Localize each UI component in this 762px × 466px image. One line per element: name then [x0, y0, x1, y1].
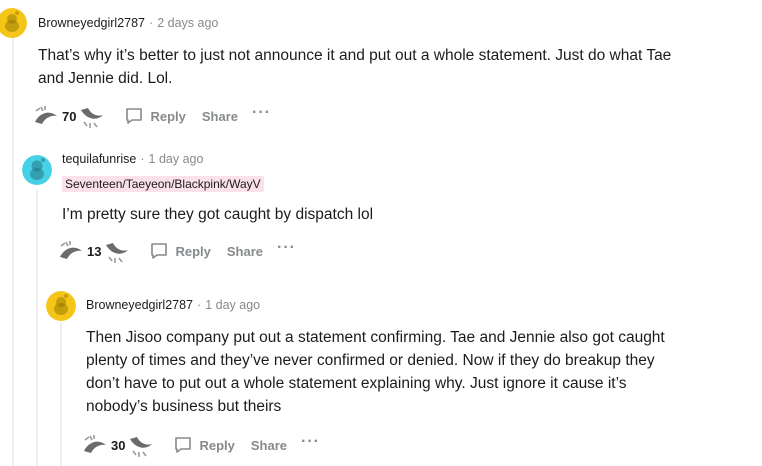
comment-actions: 13 Reply Share ···	[57, 237, 296, 265]
reply-button[interactable]: Reply	[173, 435, 235, 455]
snoo-avatar-icon[interactable]	[46, 291, 76, 321]
upvote-icon[interactable]	[81, 431, 109, 459]
comment-text-line: nobody’s business but theirs	[86, 398, 282, 415]
reply-label: Reply	[199, 437, 235, 453]
comment-actions: 30 Reply Share ···	[81, 431, 320, 459]
comment-body: I’m pretty sure they got caught by dispa…	[62, 203, 373, 226]
upvote-icon[interactable]	[57, 237, 85, 265]
comment-text-line: I’m pretty sure they got caught by dispa…	[62, 206, 374, 223]
comment-meta: tequilafunrise · 1 day ago	[62, 152, 203, 166]
more-options-icon[interactable]: ···	[301, 434, 320, 450]
reply-button[interactable]: Reply	[124, 106, 186, 126]
comment-text-line: plenty of times and they’ve never confir…	[86, 352, 655, 369]
comment-meta: Browneyedgirl2787 · 1 day ago	[86, 298, 260, 312]
author-link[interactable]: Browneyedgirl2787	[86, 298, 193, 312]
comment-bubble-icon	[151, 243, 168, 259]
downvote-icon[interactable]	[103, 237, 131, 265]
timestamp[interactable]: 2 days ago	[157, 16, 218, 30]
reply-label: Reply	[175, 243, 211, 259]
comment-bubble-icon	[175, 437, 192, 453]
comment-text-line: and Jennie did. Lol.	[38, 70, 173, 87]
thread-line-level-2[interactable]	[36, 190, 38, 466]
comment-text-line: Then Jisoo company put out a statement c…	[86, 329, 665, 346]
comment-body: Then Jisoo company put out a statement c…	[86, 326, 665, 418]
share-button[interactable]: Share	[251, 438, 287, 453]
reply-button[interactable]: Reply	[149, 241, 211, 261]
snoo-avatar-icon[interactable]	[22, 155, 52, 185]
comment-bubble-icon	[126, 108, 143, 124]
thread-line-level-1[interactable]	[12, 34, 14, 466]
more-options-icon[interactable]: ···	[252, 105, 271, 121]
upvote-icon[interactable]	[32, 102, 60, 130]
comment-meta: Browneyedgirl2787 · 2 days ago	[38, 16, 218, 30]
timestamp[interactable]: 1 day ago	[149, 152, 204, 166]
thread-line-level-3[interactable]	[60, 322, 62, 466]
snoo-avatar-icon[interactable]	[0, 8, 27, 38]
separator-dot: ·	[149, 16, 154, 30]
vote-count: 70	[62, 108, 77, 124]
vote-count: 30	[111, 437, 126, 453]
share-button[interactable]: Share	[227, 244, 263, 259]
more-options-icon[interactable]: ···	[277, 240, 296, 256]
comment-actions: 70 Reply Share ···	[32, 102, 271, 130]
timestamp[interactable]: 1 day ago	[205, 298, 260, 312]
downvote-icon[interactable]	[127, 431, 155, 459]
vote-count: 13	[87, 243, 102, 259]
author-link[interactable]: Browneyedgirl2787	[38, 16, 145, 30]
separator-dot: ·	[140, 152, 145, 166]
separator-dot: ·	[197, 298, 202, 312]
user-flair: Seventeen/Taeyeon/Blackpink/WayV	[62, 176, 264, 192]
downvote-icon[interactable]	[78, 102, 106, 130]
comment-text-line: don’t have to put out a whole statement …	[86, 375, 627, 392]
author-link[interactable]: tequilafunrise	[62, 152, 136, 166]
reply-label: Reply	[150, 108, 186, 124]
comment-text-line: That’s why it’s better to just not annou…	[38, 47, 672, 64]
share-button[interactable]: Share	[202, 109, 238, 124]
comment-body: That’s why it’s better to just not annou…	[38, 44, 671, 90]
